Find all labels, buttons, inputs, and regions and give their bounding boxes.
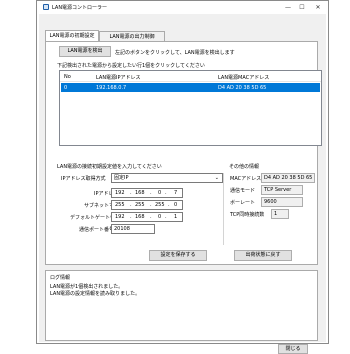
row-no: 0	[64, 85, 68, 91]
client-area: LAN電源の初期設定 LAN電源の出力制御 LAN電源を検出 左記のボタンをクリ…	[39, 14, 326, 354]
gateway-octet-4: 1	[174, 214, 178, 220]
subnet-octet-4: 0	[174, 202, 178, 208]
baud-label: ボーレート	[230, 200, 256, 206]
ip-octet-2: 168	[135, 190, 145, 196]
ip-mode-value: 固定IP	[114, 175, 129, 181]
chevron-down-icon: ⌄	[214, 175, 219, 181]
tcp-count-field: 1	[271, 209, 289, 219]
close-button[interactable]: 閉じる	[278, 344, 308, 354]
row-mac: D4 AD 20 38 5D 65	[218, 85, 267, 91]
minimize-button[interactable]: —	[282, 3, 294, 12]
detect-button[interactable]: LAN電源を検出	[59, 46, 111, 57]
port-field[interactable]: 20108	[111, 224, 155, 234]
maximize-button[interactable]: ☐	[296, 3, 308, 12]
column-header-no[interactable]: No	[64, 74, 71, 80]
window-title: LAN電源コントローラー	[52, 5, 108, 11]
log-line-2: LAN電源の設定情報を読み取りました。	[50, 291, 141, 297]
title-bar[interactable]: LAN電源コントローラー — ☐ ✕	[37, 1, 328, 13]
log-line-1: LAN電源が1個検出されました。	[50, 284, 124, 290]
device-list[interactable]: No LAN電源IPアドレス LAN電源MACアドレス 0 192.168.0.…	[59, 70, 322, 146]
table-row[interactable]: 0 192.168.0.7 D4 AD 20 38 5D 65	[61, 83, 320, 92]
ip-octet-4: 7	[174, 190, 178, 196]
mode-field: TCP Server	[261, 185, 303, 195]
ip-octet-3: 0	[158, 190, 162, 196]
save-settings-button[interactable]: 設定を保存する	[149, 250, 207, 261]
app-window: LAN電源コントローラー — ☐ ✕ LAN電源の初期設定 LAN電源の出力制御…	[36, 0, 329, 354]
other-section-label: その他の情報	[229, 164, 260, 170]
baud-value: 9600	[264, 199, 277, 205]
column-header-ip[interactable]: LAN電源IPアドレス	[96, 74, 141, 81]
baud-field: 9600	[261, 197, 303, 207]
tab-initial-settings[interactable]: LAN電源の初期設定	[45, 30, 99, 41]
mode-value: TCP Server	[264, 187, 292, 193]
detect-instruction: 左記のボタンをクリックして、LAN電源を検出します	[115, 50, 235, 56]
close-window-button[interactable]: ✕	[312, 3, 324, 12]
gateway-octet-2: 168	[135, 214, 145, 220]
tcp-count-value: 1	[274, 211, 278, 217]
port-value: 20108	[114, 226, 130, 232]
config-section-label: LAN電源の接続初期設定値を入力してください	[57, 164, 162, 170]
ip-mode-select[interactable]: 固定IP ⌄	[111, 173, 223, 183]
ip-address-field[interactable]: 192 . 168 . 0 . 7	[111, 188, 183, 198]
mode-label: 通信モード	[230, 188, 256, 194]
log-title: ログ情報	[50, 275, 71, 281]
port-label: 通信ポート番号	[79, 227, 115, 233]
log-panel: ログ情報 LAN電源が1個検出されました。 LAN電源の設定情報を読み取りました…	[45, 270, 318, 341]
gateway-octet-3: 0	[158, 214, 162, 220]
tcp-count-label: TCP同時接続数	[230, 212, 265, 218]
list-header: No LAN電源IPアドレス LAN電源MACアドレス	[60, 71, 321, 82]
app-icon	[43, 4, 49, 10]
tab-output-control[interactable]: LAN電源の出力制御	[99, 31, 165, 41]
list-caption: 下記検出された電源から設定したい行1個をクリックしてください	[57, 63, 205, 69]
gateway-field[interactable]: 192 . 168 . 0 . 1	[111, 212, 183, 222]
subnet-field[interactable]: 255 . 255 . 255 . 0	[111, 200, 183, 210]
mac-value: D4 AD 20 38 5D 65	[264, 175, 313, 181]
mac-label: MACアドレス	[230, 176, 262, 182]
section-divider	[223, 173, 224, 245]
mac-field: D4 AD 20 38 5D 65	[261, 173, 315, 183]
gateway-octet-1: 192	[115, 214, 125, 220]
subnet-octet-2: 255	[135, 202, 145, 208]
column-header-mac[interactable]: LAN電源MACアドレス	[218, 74, 269, 81]
factory-reset-button[interactable]: 出荷状態に戻す	[234, 250, 292, 261]
subnet-octet-1: 255	[115, 202, 125, 208]
ip-mode-label: IPアドレス取得方式	[61, 176, 106, 182]
ip-octet-1: 192	[115, 190, 125, 196]
subnet-octet-3: 255	[155, 202, 165, 208]
row-ip: 192.168.0.7	[96, 85, 127, 91]
